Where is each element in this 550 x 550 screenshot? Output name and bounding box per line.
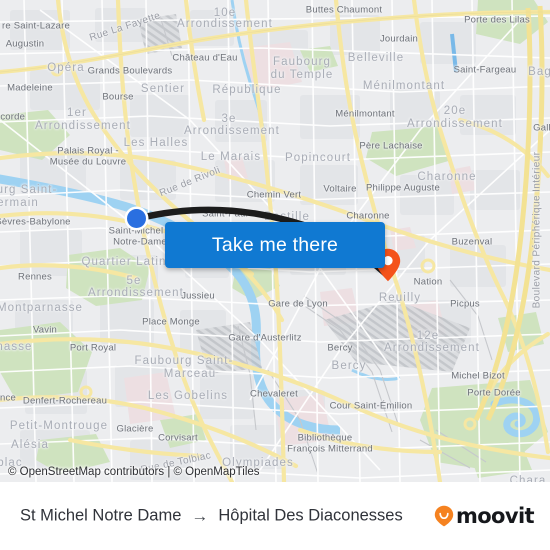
moovit-pin-icon xyxy=(434,505,454,527)
take-me-there-button[interactable]: Take me there xyxy=(165,222,385,268)
origin-location-dot[interactable] xyxy=(126,208,146,228)
trip-destination-label: Hôpital Des Diaconesses xyxy=(218,506,403,525)
moovit-route-screenshot: re Saint-Lazare Augustin Opéra Grands Boule… xyxy=(0,0,550,550)
trip-origin-label: St Michel Notre Dame xyxy=(20,506,182,525)
map-viewport[interactable]: re Saint-Lazare Augustin Opéra Grands Boule… xyxy=(0,0,550,482)
footer-bar: St Michel Notre Dame → Hôpital Des Diaco… xyxy=(0,482,550,550)
arrow-right-icon: → xyxy=(191,506,209,526)
trip-summary: St Michel Notre Dame → Hôpital Des Diaco… xyxy=(20,507,403,526)
moovit-logo[interactable]: moovit xyxy=(434,504,535,528)
map-attribution[interactable]: © OpenStreetMap contributors | © OpenMap… xyxy=(8,466,260,478)
moovit-wordmark: moovit xyxy=(455,504,535,528)
